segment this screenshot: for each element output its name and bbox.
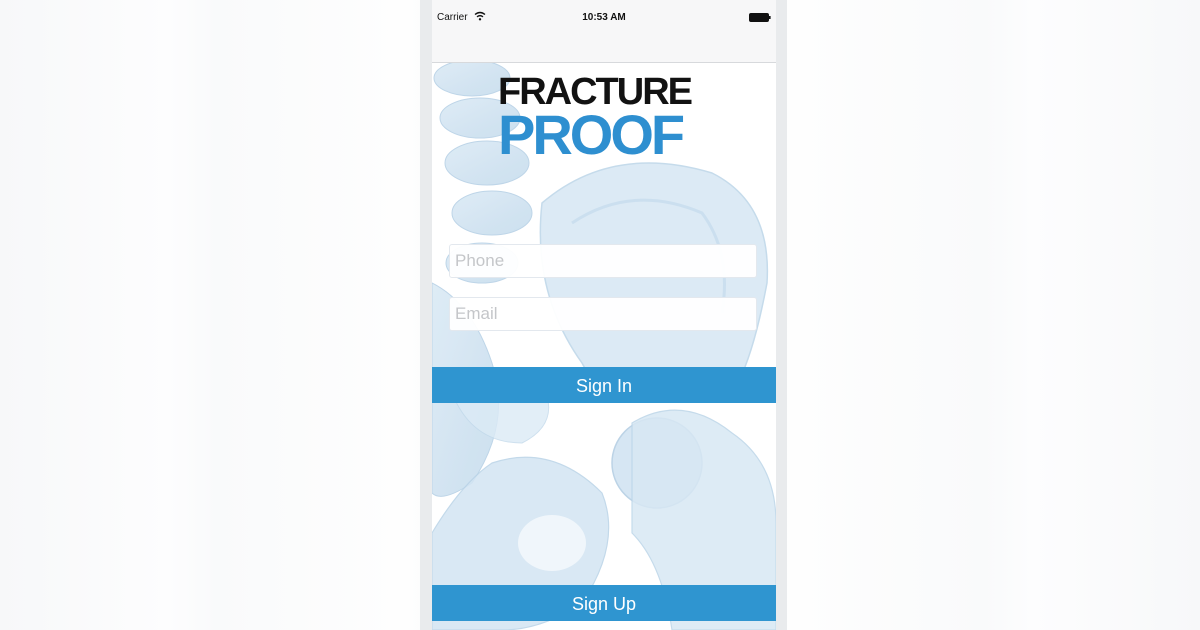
- status-bar: Carrier 10:53 AM: [432, 0, 776, 63]
- phone-field[interactable]: [449, 244, 757, 278]
- logo-line-proof: PROOF: [498, 103, 685, 166]
- battery-icon: [749, 13, 771, 22]
- sign-in-button[interactable]: Sign In: [432, 367, 776, 403]
- sign-up-button[interactable]: Sign Up: [432, 585, 776, 621]
- status-time: 10:53 AM: [582, 12, 626, 23]
- fracture-proof-logo: FRACTURE PROOF: [498, 73, 713, 165]
- app-screen: Carrier 10:53 AM FRACTURE PROOF Sign I: [432, 0, 776, 630]
- video-frame: Carrier 10:53 AM FRACTURE PROOF Sign I: [0, 0, 1200, 630]
- email-field[interactable]: [449, 297, 757, 331]
- phone-input[interactable]: [450, 245, 750, 277]
- email-input[interactable]: [450, 298, 750, 330]
